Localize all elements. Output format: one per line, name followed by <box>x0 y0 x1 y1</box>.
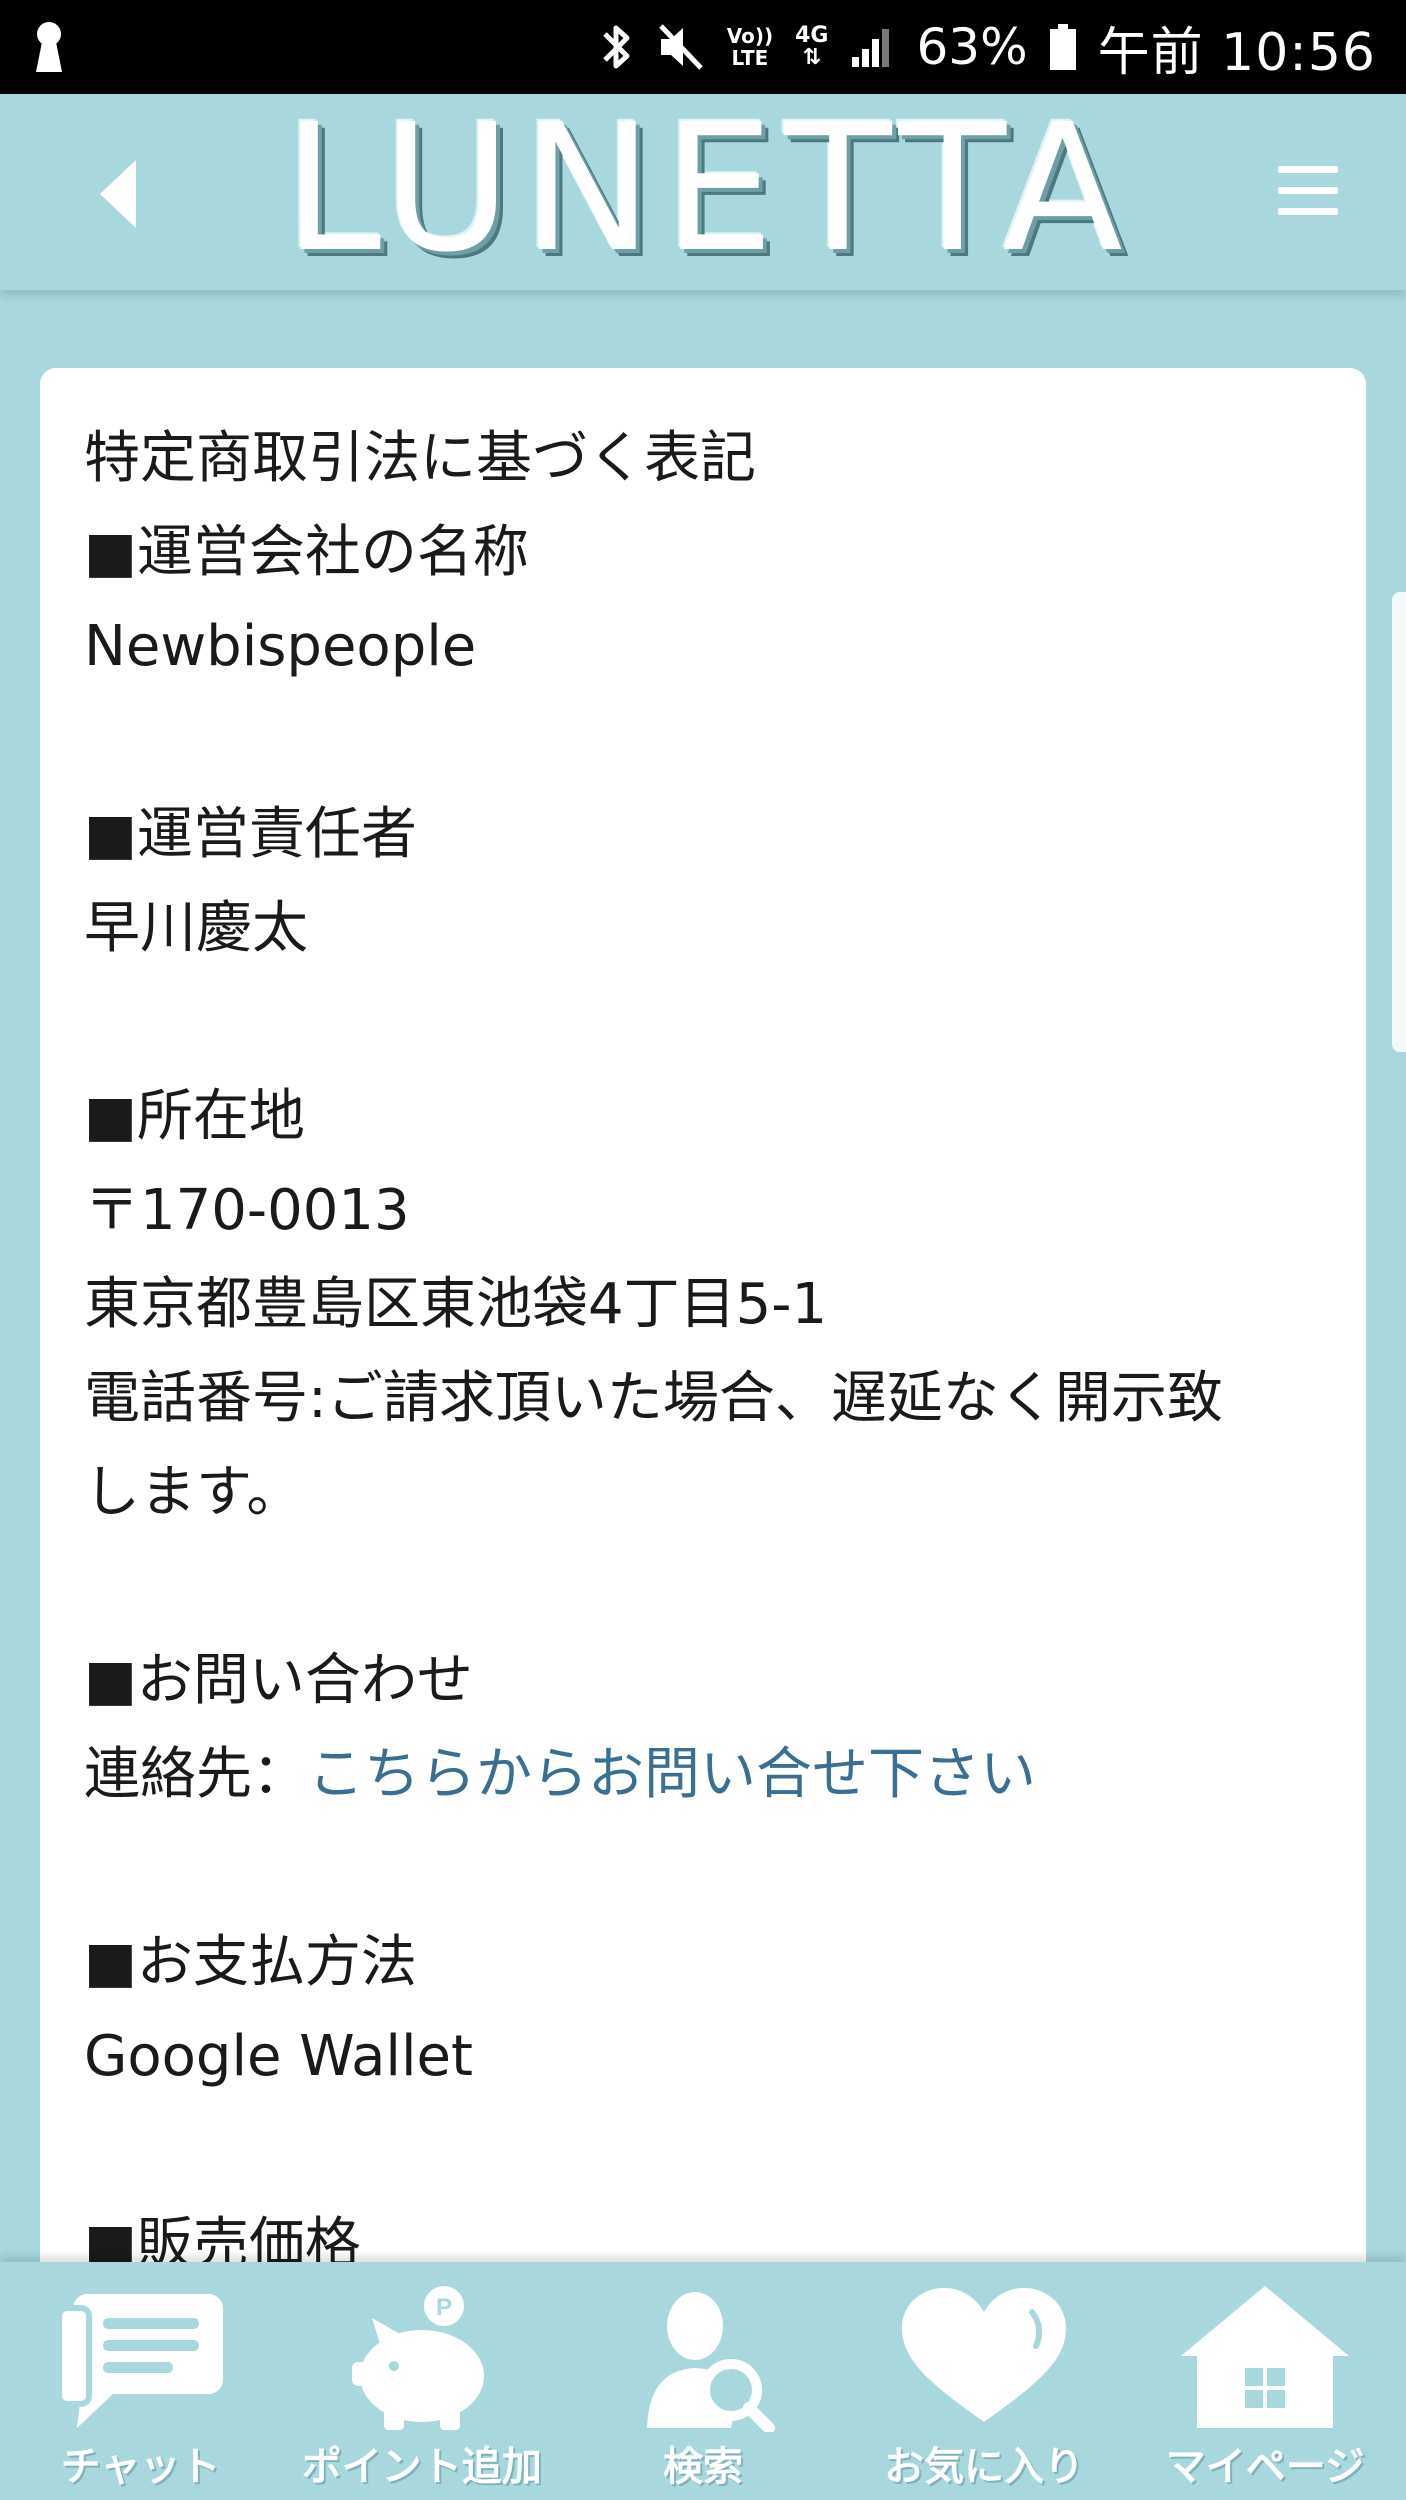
heart-icon <box>894 2282 1074 2432</box>
status-bar: Vo)) LTE 4G ⇅ 63% 午前 10:56 <box>0 0 1406 94</box>
nav-label: チャット <box>60 2444 221 2490</box>
network-type-icon: 4G ⇅ <box>795 23 829 70</box>
text-line: ■販売価格 <box>84 2212 361 2268</box>
bottom-nav: チャット P ポイント追加 検索 お気に入り マイページ <box>0 2262 1406 2500</box>
text-line: ■所在地 <box>84 1084 305 1149</box>
nav-label: ポイント追加 <box>301 2444 542 2490</box>
chat-icon <box>51 2282 231 2432</box>
app-header: LUNETTA <box>0 85 1406 291</box>
contact-link[interactable]: こちらからお問い合せ下さい <box>308 1742 1036 1807</box>
legal-notice-card: 特定商取引法に基づく表記 ■運営会社の名称 Newbispeople ■運営責任… <box>40 368 1366 2268</box>
home-icon <box>1175 2282 1355 2432</box>
text-line: 東京都豊島区東池袋4丁目5-1 <box>84 1272 828 1337</box>
text-line: ■お支払方法 <box>84 1930 417 1995</box>
text-line: Google Wallet <box>84 2024 473 2089</box>
nav-item-mypage[interactable]: マイページ <box>1125 2262 1406 2500</box>
piggy-bank-icon: P <box>332 2282 512 2432</box>
text-line: 電話番号:ご請求頂いた場合、遅延なく開示致 <box>84 1366 1223 1431</box>
nav-item-chat[interactable]: チャット <box>0 2262 281 2500</box>
legal-notice-text: 特定商取引法に基づく表記 ■運営会社の名称 Newbispeople ■運営責任… <box>84 412 1322 2268</box>
contact-prefix: 連絡先： <box>84 1742 308 1807</box>
nav-item-add-points[interactable]: P ポイント追加 <box>281 2262 562 2500</box>
volte-label: Vo)) <box>726 24 774 48</box>
nav-item-search[interactable]: 検索 <box>562 2262 843 2500</box>
text-line: します。 <box>84 1460 303 1525</box>
battery-icon <box>1049 24 1076 70</box>
battery-percent: 63% <box>916 18 1028 76</box>
scrollbar[interactable] <box>1392 592 1406 1052</box>
hamburger-icon <box>1278 166 1338 215</box>
text-line: Newbispeople <box>84 614 477 679</box>
bluetooth-icon <box>599 20 635 74</box>
nav-label: お気に入り <box>884 2444 1085 2490</box>
contact-line: 連絡先：こちらからお問い合せ下さい <box>84 1728 1322 1822</box>
screen: Vo)) LTE 4G ⇅ 63% 午前 10:56 LUNETTA 特定商取引… <box>0 0 1406 2500</box>
volte-icon: Vo)) LTE <box>727 25 773 69</box>
mute-icon <box>657 22 705 72</box>
keyhole-icon <box>32 20 66 74</box>
signal-icon <box>850 25 894 69</box>
text-line: ■運営責任者 <box>84 802 417 867</box>
lte-label: LTE <box>731 46 769 70</box>
text-line: 特定商取引法に基づく表記 <box>84 426 756 491</box>
clock: 午前 10:56 <box>1097 22 1376 83</box>
nav-label: マイページ <box>1165 2444 1365 2490</box>
nav-label: 検索 <box>662 2444 743 2490</box>
network-type-label: 4G <box>795 23 829 48</box>
text-line: ■運営会社の名称 <box>84 520 529 585</box>
hamburger-menu-button[interactable] <box>1278 166 1338 222</box>
svg-text:P: P <box>436 2294 452 2321</box>
text-line: 早川慶太 <box>84 896 308 961</box>
back-button[interactable] <box>92 158 152 230</box>
text-line: ■お問い合わせ <box>84 1648 473 1713</box>
text-line: 〒170-0013 <box>84 1178 410 1243</box>
nav-item-favorites[interactable]: お気に入り <box>844 2262 1125 2500</box>
app-logo: LUNETTA <box>283 85 1133 291</box>
user-search-icon <box>613 2282 793 2432</box>
back-arrow-icon <box>100 160 136 228</box>
